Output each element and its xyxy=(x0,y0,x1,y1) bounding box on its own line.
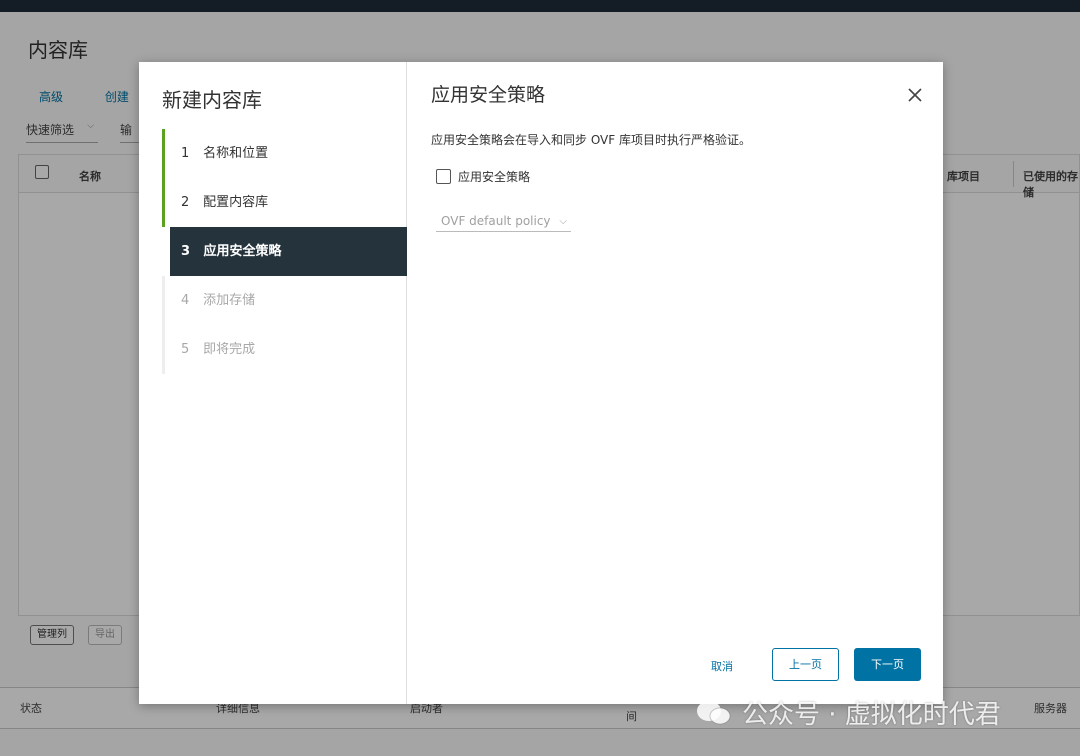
close-icon[interactable] xyxy=(906,86,924,104)
checkbox-box[interactable] xyxy=(436,169,451,184)
step-progress-bar xyxy=(162,276,165,325)
step-description: 应用安全策略会在导入和同步 OVF 库项目时执行严格验证。 xyxy=(431,133,751,147)
step-number: 5 xyxy=(181,342,190,357)
wizard-content: 应用安全策略 应用安全策略会在导入和同步 OVF 库项目时执行严格验证。 应用安… xyxy=(408,62,943,704)
wizard-sidebar: 新建内容库 1 名称和位置 2 配置内容库 3 应用安全策略 4 添加存储 5 … xyxy=(139,62,407,704)
wizard-steps: 1 名称和位置 2 配置内容库 3 应用安全策略 4 添加存储 5 即将完成 xyxy=(162,129,407,374)
apply-security-policy-checkbox[interactable]: 应用安全策略 xyxy=(436,168,530,185)
step-progress-bar xyxy=(162,325,165,374)
step-add-storage: 4 添加存储 xyxy=(162,276,407,325)
next-button[interactable]: 下一页 xyxy=(854,648,921,681)
step-configure-library[interactable]: 2 配置内容库 xyxy=(162,178,407,227)
cancel-button[interactable]: 取消 xyxy=(711,658,733,674)
step-progress-bar xyxy=(162,178,165,227)
back-button[interactable]: 上一页 xyxy=(772,648,839,681)
step-number: 1 xyxy=(181,146,190,161)
step-label: 应用安全策略 xyxy=(203,244,282,259)
checkbox-label: 应用安全策略 xyxy=(458,170,531,184)
step-label: 添加存储 xyxy=(203,293,256,308)
step-number: 3 xyxy=(181,244,191,259)
step-label: 配置内容库 xyxy=(203,195,269,210)
step-apply-security-policy[interactable]: 3 应用安全策略 xyxy=(170,227,407,276)
step-progress-bar xyxy=(162,129,165,178)
watermark: 公众号 · 虚拟化时代君 xyxy=(694,694,1001,731)
step-title: 应用安全策略 xyxy=(431,84,546,106)
step-number: 2 xyxy=(181,195,190,210)
watermark-text: 公众号 · 虚拟化时代君 xyxy=(742,700,1001,730)
policy-select[interactable]: OVF default policy ⌵ xyxy=(436,214,571,232)
wechat-icon xyxy=(697,700,731,724)
new-content-library-wizard: 新建内容库 1 名称和位置 2 配置内容库 3 应用安全策略 4 添加存储 5 … xyxy=(139,62,943,704)
step-name-and-location[interactable]: 1 名称和位置 xyxy=(162,129,407,178)
wizard-title: 新建内容库 xyxy=(162,88,262,112)
chevron-down-icon: ⌵ xyxy=(559,215,567,227)
step-label: 即将完成 xyxy=(203,342,256,357)
step-number: 4 xyxy=(181,293,190,308)
policy-select-value: OVF default policy xyxy=(441,214,551,228)
step-label: 名称和位置 xyxy=(203,146,269,161)
step-ready-to-complete: 5 即将完成 xyxy=(162,325,407,374)
